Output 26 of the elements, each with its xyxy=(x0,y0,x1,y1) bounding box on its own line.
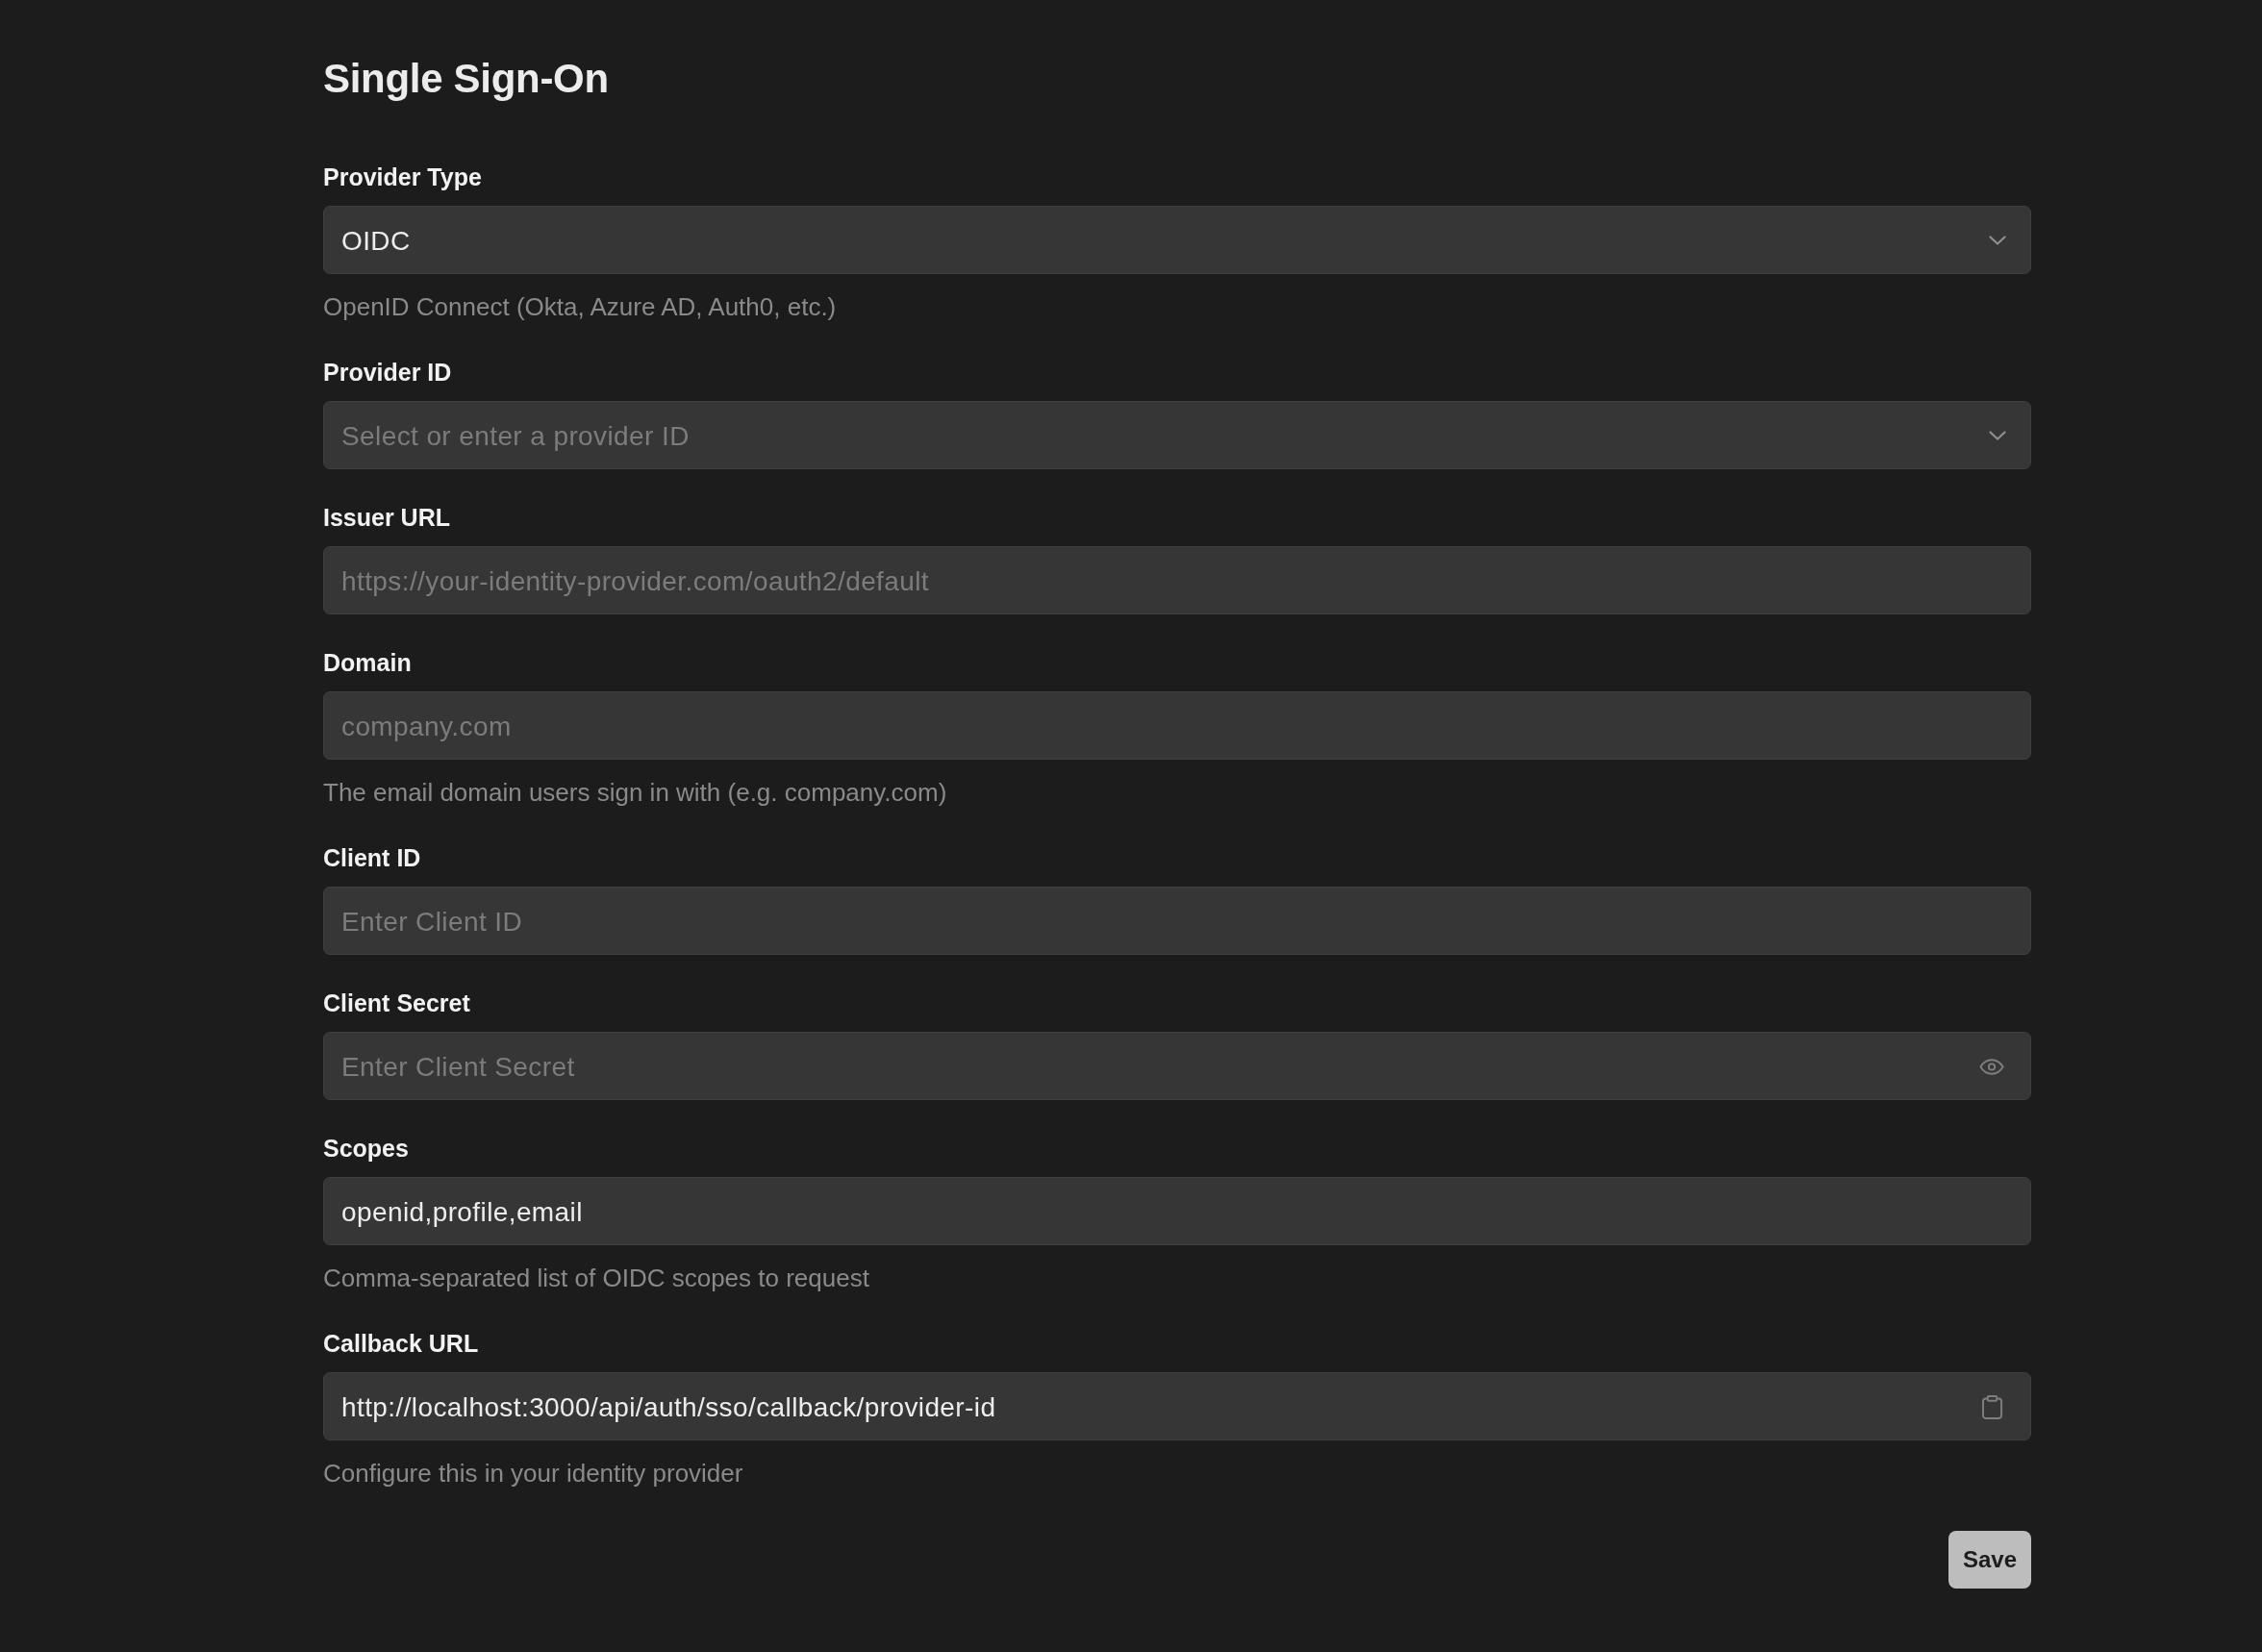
field-label: Scopes xyxy=(323,1134,409,1164)
field-label: Callback URL xyxy=(323,1329,479,1359)
copy-field[interactable]: http://localhost:3000/api/auth/sso/callback/provider-id xyxy=(323,1372,2031,1440)
help-text: The email domain users sign in with (e.g. company.com) xyxy=(323,777,947,809)
help-text: Configure this in your identity provider xyxy=(323,1458,743,1489)
field-label: Domain xyxy=(323,648,412,678)
input-field[interactable]: company.com xyxy=(323,691,2031,760)
input-field[interactable]: openid,profile,email xyxy=(323,1177,2031,1245)
eye-icon[interactable] xyxy=(1979,1058,2004,1075)
field-label: Client ID xyxy=(323,843,421,873)
clipboard-icon[interactable] xyxy=(1982,1394,2002,1419)
field-label: Issuer URL xyxy=(323,503,450,533)
field-label: Provider Type xyxy=(323,163,482,192)
password-field[interactable]: Enter Client Secret xyxy=(323,1032,2031,1100)
chevron-down-icon xyxy=(1989,430,2006,440)
help-text: OpenID Connect (Okta, Azure AD, Auth0, etc.) xyxy=(323,291,837,323)
chevron-down-icon xyxy=(1989,235,2006,245)
save-button[interactable]: Save xyxy=(1948,1531,2031,1589)
select-field[interactable]: OIDC xyxy=(323,206,2031,274)
page-title: Single Sign-On xyxy=(323,55,609,103)
input-field[interactable]: Enter Client ID xyxy=(323,887,2031,955)
field-label: Provider ID xyxy=(323,358,452,388)
select-field[interactable]: Select or enter a provider ID xyxy=(323,401,2031,469)
help-text: Comma-separated list of OIDC scopes to request xyxy=(323,1263,869,1294)
field-label: Client Secret xyxy=(323,989,470,1018)
input-field[interactable]: https://your-identity-provider.com/oauth2/default xyxy=(323,546,2031,614)
